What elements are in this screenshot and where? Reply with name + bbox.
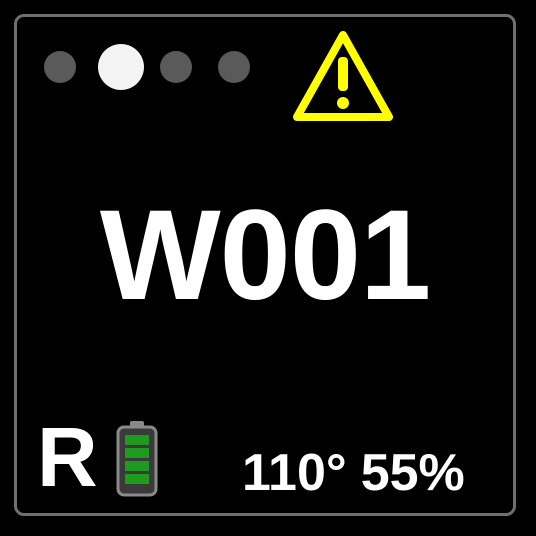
humidity-value: 55% xyxy=(360,444,465,502)
page-dot-1[interactable] xyxy=(44,51,76,83)
battery-full-icon xyxy=(116,421,158,497)
status-code: W001 xyxy=(99,184,431,327)
page-dot-2-active[interactable] xyxy=(98,44,144,90)
temperature-value: 110° xyxy=(242,444,347,502)
mode-indicator: R xyxy=(37,410,98,504)
warning-triangle-icon xyxy=(293,31,393,121)
page-dot-3[interactable] xyxy=(160,51,192,83)
page-dot-4[interactable] xyxy=(218,51,250,83)
status-panel: W001 R 110° 55% xyxy=(14,14,516,516)
sensor-readout: 110° 55% xyxy=(242,447,465,499)
